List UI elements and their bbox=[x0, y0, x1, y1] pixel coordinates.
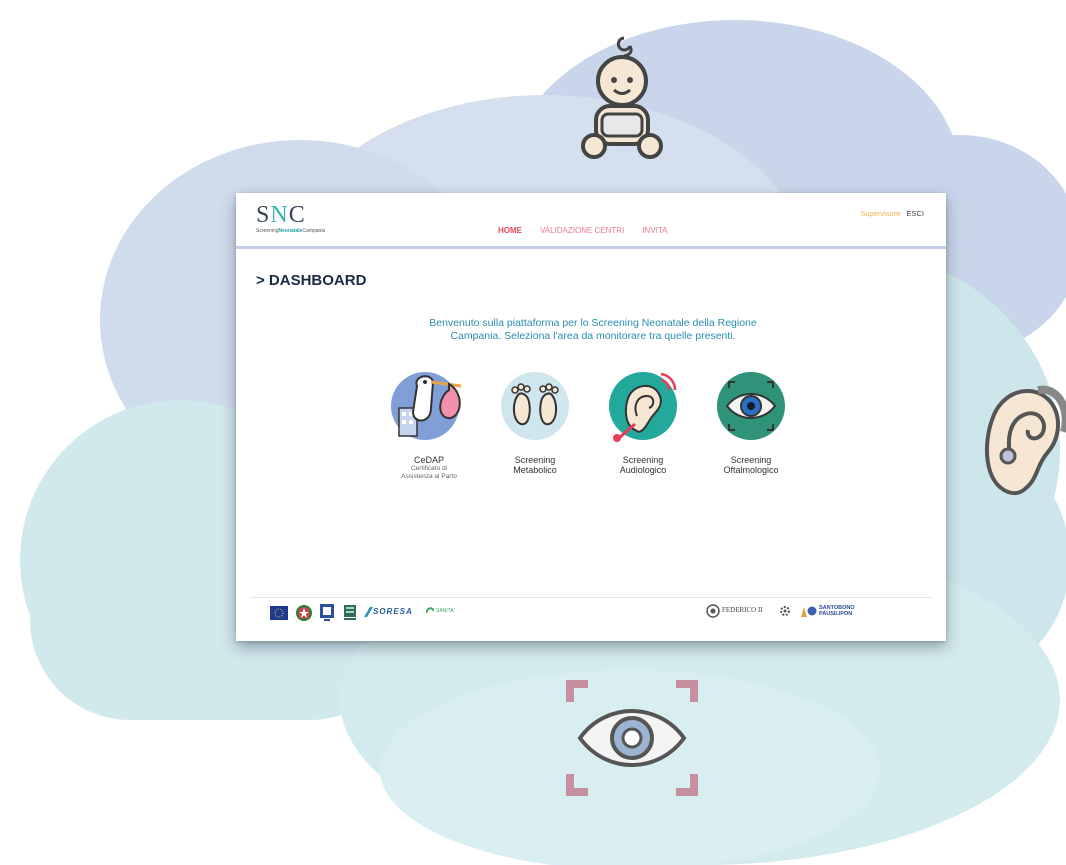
welcome-message: Benvenuto sulla piattaforma per lo Scree… bbox=[429, 317, 757, 342]
tile-title: Audiologico bbox=[619, 465, 667, 475]
tile-subtitle: Certificato di bbox=[410, 465, 448, 472]
nav-home[interactable]: HOME bbox=[498, 226, 522, 235]
tile-title: Screening bbox=[622, 455, 664, 465]
tile-title: Screening bbox=[730, 455, 772, 465]
tile-title: Oftalmologico bbox=[723, 465, 779, 475]
eye-icon bbox=[717, 372, 785, 440]
tile-subtitle: Assistenza al Parto bbox=[401, 473, 457, 480]
top-bar: SNC ScreeningNeonataleCampania HOME VALI… bbox=[236, 193, 946, 247]
nav-validazione-centri[interactable]: VALIDAZIONE CENTRI bbox=[540, 226, 624, 235]
ear-icon bbox=[609, 372, 677, 442]
tile-title: Screening bbox=[514, 455, 556, 465]
logout-link[interactable]: ESCI bbox=[906, 209, 924, 218]
main-nav: HOME VALIDAZIONE CENTRI INVITA bbox=[498, 226, 668, 235]
regione-campania-logo bbox=[320, 604, 334, 621]
tile-title: Metabolico bbox=[513, 465, 557, 475]
sanita-digitale-logo: SANITA' bbox=[426, 606, 462, 618]
tile-screening-audiologico[interactable]: Screening Audiologico bbox=[588, 368, 698, 475]
nav-invita[interactable]: INVITA bbox=[642, 226, 667, 235]
app-window: SNC ScreeningNeonataleCampania HOME VALI… bbox=[236, 193, 946, 641]
eye-scan-icon bbox=[566, 680, 698, 796]
por-campania-logo bbox=[344, 605, 356, 620]
page-title: > DASHBOARD bbox=[256, 272, 367, 289]
santobono-pausilipon-logo: SANTOBONO PAUSILIPON bbox=[799, 603, 869, 619]
user-role: Supervisore bbox=[860, 209, 901, 218]
italy-emblem-logo bbox=[296, 605, 312, 621]
header-divider bbox=[236, 246, 946, 249]
baby-icon bbox=[581, 36, 663, 159]
tile-screening-oftalmologico[interactable]: Screening Oftalmologico bbox=[696, 368, 806, 475]
ateneo-emblem-logo bbox=[780, 606, 790, 616]
tile-title: CeDAP bbox=[413, 455, 444, 465]
snc-logo[interactable]: SNC ScreeningNeonataleCampania bbox=[256, 203, 325, 234]
dashboard-tiles: CeDAP Certificato di Assistenza al Parto… bbox=[374, 368, 814, 498]
user-menu: Supervisore ESCI bbox=[860, 209, 924, 218]
baby-feet-icon bbox=[501, 372, 569, 440]
tile-screening-metabolico[interactable]: Screening Metabolico bbox=[480, 368, 590, 475]
tile-cedap[interactable]: CeDAP Certificato di Assistenza al Parto bbox=[374, 368, 484, 481]
stork-icon bbox=[391, 372, 462, 440]
footer-logos: SORESA SANITA' FEDERICO II SANTOBONO PAU… bbox=[236, 598, 946, 636]
soresa-logo: SORESA bbox=[364, 607, 422, 617]
federico-ii-logo: FEDERICO II bbox=[706, 603, 768, 619]
eu-flag-logo bbox=[270, 606, 288, 620]
hearing-aid-icon bbox=[984, 385, 1066, 496]
logo-mark: SNC bbox=[256, 202, 306, 228]
logo-subtitle: ScreeningNeonataleCampania bbox=[256, 228, 326, 234]
